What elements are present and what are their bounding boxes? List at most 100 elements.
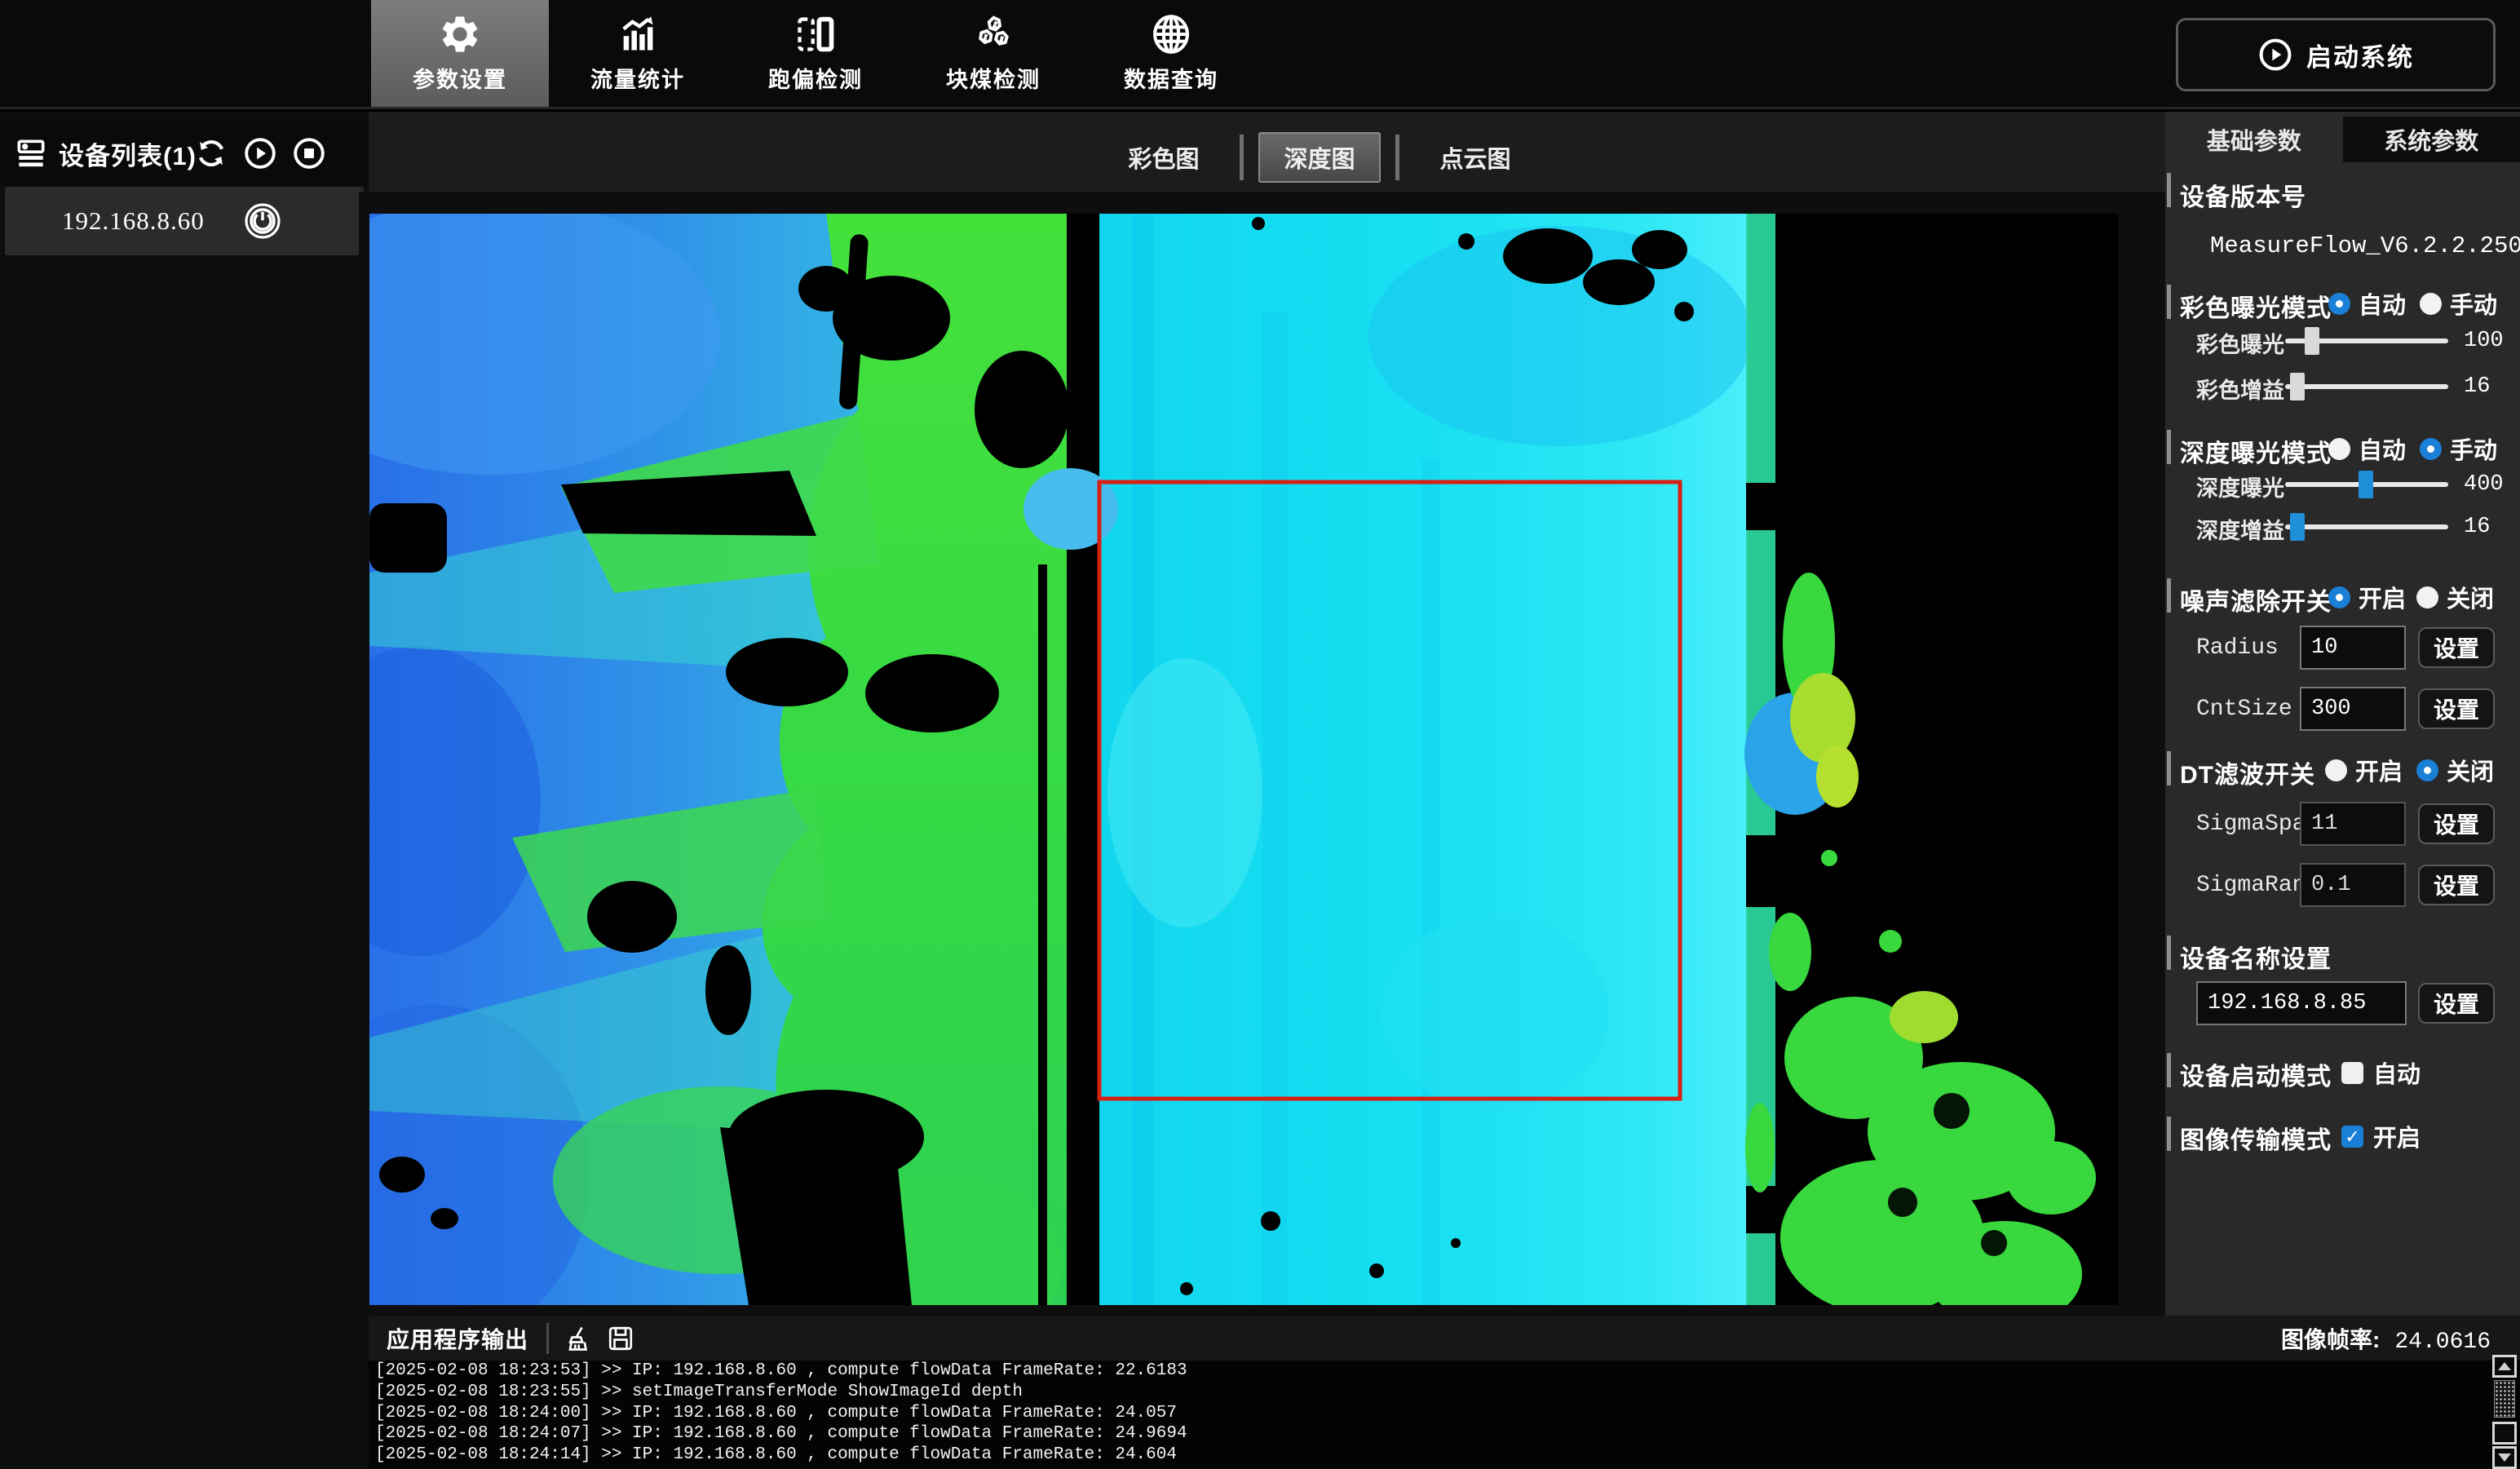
play-circle-icon — [2257, 37, 2293, 73]
toolbar-item-coal-detection[interactable]: 块煤检测 — [904, 0, 1082, 107]
tab-basic-parameters[interactable]: 基础参数 — [2165, 117, 2343, 162]
framerate-label: 图像帧率: — [2281, 1322, 2380, 1355]
scroll-track-button[interactable] — [2492, 1422, 2517, 1445]
radio-manual[interactable] — [2420, 293, 2442, 315]
start-system-button[interactable]: 启动系统 — [2176, 18, 2496, 91]
log-line: [2025-02-08 18:24:14] >> IP: 192.168.8.6… — [375, 1445, 2520, 1466]
save-log-icon[interactable] — [606, 1324, 635, 1353]
radio-label: 开启 — [2359, 580, 2406, 614]
power-icon[interactable] — [243, 201, 282, 241]
slider-value: 400 — [2464, 472, 2504, 497]
section-accent — [2167, 578, 2171, 613]
toolbar-item-label: 数据查询 — [1124, 62, 1218, 94]
color-exposure-auto-option[interactable]: 自动 — [2328, 286, 2406, 321]
log-output[interactable]: [2025-02-08 18:23:53] >> IP: 192.168.8.6… — [369, 1361, 2520, 1469]
depth-exposure-manual-option[interactable]: 手动 — [2420, 431, 2497, 466]
scrollbar-thumb[interactable] — [2494, 1380, 2515, 1418]
device-version-title: 设备版本号 — [2180, 177, 2306, 213]
depth-gain-slider[interactable] — [2285, 524, 2448, 529]
sigmaspace-set-button[interactable]: 设置 — [2418, 803, 2495, 844]
slider-thumb[interactable] — [2290, 513, 2305, 541]
cntsize-set-button[interactable]: 设置 — [2418, 688, 2495, 729]
noise-filter-on-option[interactable]: 开启 — [2328, 580, 2406, 614]
transfer-mode-checkbox-option[interactable]: ✓ 开启 — [2341, 1119, 2421, 1153]
device-list-item[interactable]: 192.168.8.60 — [5, 187, 364, 255]
toolbar-item-data-query[interactable]: 数据查询 — [1082, 0, 1260, 107]
stop-all-icon[interactable] — [292, 136, 326, 170]
slider-label: 彩色增益 — [2196, 373, 2284, 405]
color-exposure-slider-row: 彩色曝光 100 — [2165, 327, 2520, 356]
log-scrollbar[interactable] — [2492, 1355, 2518, 1469]
depth-gain-slider-row: 深度增益 16 — [2165, 513, 2520, 542]
startup-mode-checkbox-option[interactable]: 自动 — [2341, 1055, 2421, 1090]
device-name-field-row: 192.168.8.85 设置 — [2165, 981, 2520, 1027]
radio-off[interactable] — [2416, 759, 2438, 781]
deviation-icon — [794, 13, 837, 55]
radio-label: 关闭 — [2447, 753, 2494, 787]
toolbar-item-parameter-settings[interactable]: 参数设置 — [371, 0, 549, 107]
toolbar-item-label: 跑偏检测 — [768, 62, 863, 94]
main-view: 彩色图 深度图 点云图 — [369, 112, 2165, 1317]
play-all-icon[interactable] — [243, 136, 277, 170]
color-gain-slider[interactable] — [2285, 384, 2448, 389]
dt-filter-title: DT滤波开关 — [2180, 754, 2315, 790]
cntsize-input[interactable]: 300 — [2300, 687, 2406, 731]
section-accent — [2167, 1053, 2171, 1087]
device-list-icon — [13, 135, 49, 171]
color-exposure-slider[interactable] — [2285, 338, 2448, 343]
slider-value: 16 — [2464, 515, 2490, 539]
color-exposure-manual-option[interactable]: 手动 — [2420, 286, 2497, 321]
sigmarange-input[interactable]: 0.1 — [2300, 863, 2406, 907]
slider-value: 16 — [2464, 374, 2490, 399]
tab-color-image[interactable]: 彩色图 — [1103, 132, 1225, 183]
toolbar-item-flow-statistics[interactable]: 流量统计 — [549, 0, 727, 107]
sigmaspace-field-row: SigmaSpace 11 设置 — [2165, 802, 2520, 847]
sigmarange-field-row: SigmaRange 0.1 设置 — [2165, 863, 2520, 909]
radio-label: 开启 — [2355, 753, 2403, 787]
toolbar-item-label: 块煤检测 — [946, 62, 1041, 94]
depth-image[interactable] — [369, 214, 2119, 1305]
scroll-down-icon — [2498, 1454, 2511, 1462]
device-version-value: MeasureFlow_V6.2.2.250207 — [2210, 232, 2520, 259]
radio-manual[interactable] — [2420, 438, 2442, 460]
section-accent — [2167, 430, 2171, 464]
tab-point-cloud[interactable]: 点云图 — [1414, 132, 1536, 183]
slider-thumb[interactable] — [2290, 373, 2305, 400]
device-name-set-button[interactable]: 设置 — [2418, 983, 2495, 1024]
slider-label: 彩色曝光 — [2196, 327, 2284, 359]
radius-set-button[interactable]: 设置 — [2418, 627, 2495, 668]
dt-filter-off-option[interactable]: 关闭 — [2416, 753, 2494, 787]
slider-thumb[interactable] — [2305, 327, 2319, 355]
radio-on[interactable] — [2328, 586, 2350, 608]
clear-log-icon[interactable] — [564, 1324, 593, 1353]
toolbar-item-deviation-detection[interactable]: 跑偏检测 — [727, 0, 904, 107]
log-header: 应用程序输出 图像帧率: 24.0616 — [369, 1316, 2520, 1361]
refresh-icon[interactable] — [194, 136, 228, 170]
device-name-input[interactable]: 192.168.8.85 — [2196, 981, 2407, 1025]
radius-input[interactable]: 10 — [2300, 626, 2406, 670]
color-gain-slider-row: 彩色增益 16 — [2165, 373, 2520, 402]
transfer-on-checkbox[interactable]: ✓ — [2341, 1126, 2363, 1148]
startup-auto-checkbox[interactable] — [2341, 1062, 2363, 1084]
noise-filter-off-option[interactable]: 关闭 — [2416, 580, 2494, 614]
radio-off[interactable] — [2416, 586, 2438, 608]
sigmaspace-input[interactable]: 11 — [2300, 802, 2406, 846]
toolbar-item-label: 流量统计 — [590, 62, 685, 94]
radio-on[interactable] — [2325, 759, 2347, 781]
tab-system-parameters[interactable]: 系统参数 — [2343, 117, 2520, 162]
slider-thumb[interactable] — [2359, 471, 2373, 498]
dt-filter-on-option[interactable]: 开启 — [2325, 753, 2403, 787]
depth-exposure-auto-option[interactable]: 自动 — [2328, 431, 2406, 466]
section-accent — [2167, 173, 2171, 207]
sigmarange-set-button[interactable]: 设置 — [2418, 865, 2495, 905]
depth-exposure-slider[interactable] — [2285, 482, 2448, 487]
startup-mode-title: 设备启动模式 — [2180, 1056, 2332, 1092]
radio-label: 手动 — [2450, 286, 2497, 321]
radio-auto[interactable] — [2328, 438, 2350, 460]
radio-auto[interactable] — [2328, 293, 2350, 315]
scroll-up-button[interactable] — [2492, 1355, 2517, 1378]
tab-depth-image[interactable]: 深度图 — [1258, 132, 1381, 183]
globe-icon — [1150, 13, 1192, 55]
parameter-tabs: 基础参数 系统参数 — [2165, 117, 2520, 162]
scroll-down-button[interactable] — [2492, 1446, 2517, 1469]
